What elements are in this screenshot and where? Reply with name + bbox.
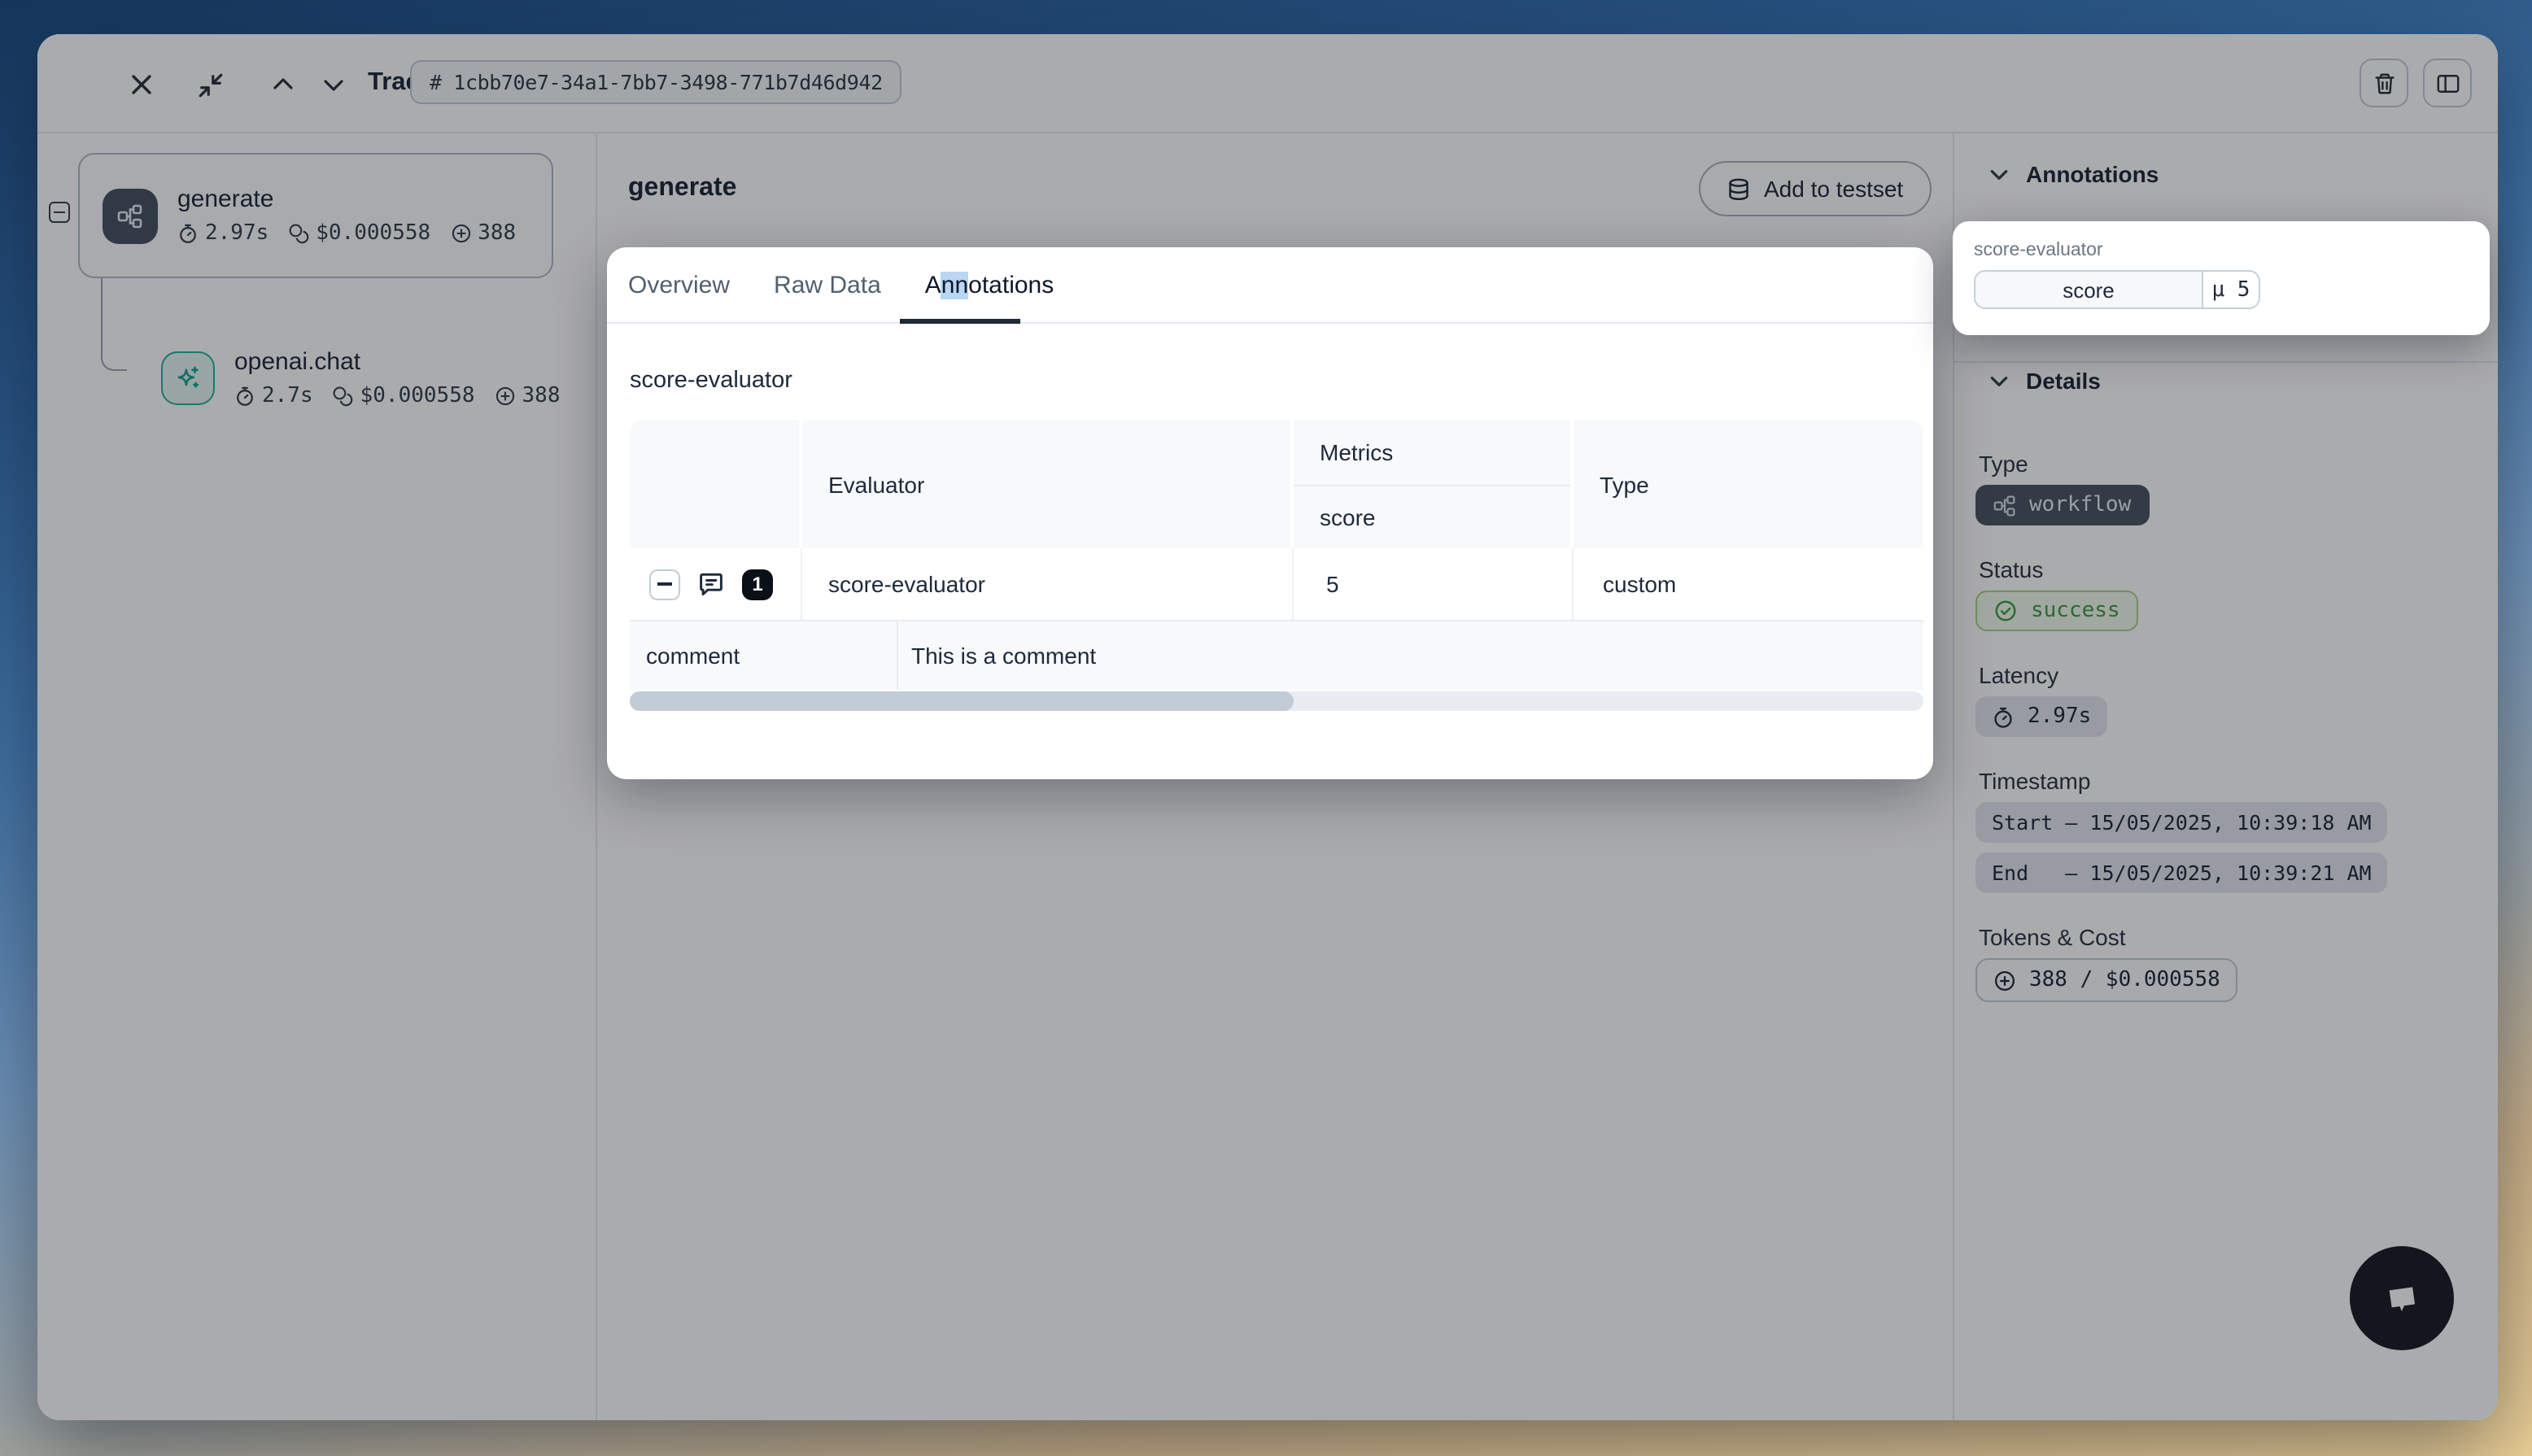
popover-evaluator-label: score-evaluator [1974, 241, 2469, 260]
cell-score: 5 [1294, 548, 1574, 620]
horizontal-scrollbar-thumb[interactable] [630, 691, 1294, 711]
header-cell-empty [630, 420, 802, 548]
comment-key-cell: comment [630, 621, 898, 690]
header-cell-metrics: Metrics score [1294, 420, 1574, 548]
text-selection-highlight: nn [941, 271, 968, 299]
horizontal-scrollbar-track [630, 691, 1923, 711]
cell-evaluator: score-evaluator [802, 548, 1294, 620]
annotations-table: Evaluator Metrics score Type 1 score-eva… [630, 420, 1923, 711]
comment-value-cell: This is a comment [898, 621, 1923, 690]
comment-count-badge: 1 [742, 569, 773, 599]
table-header: Evaluator Metrics score Type [630, 420, 1923, 548]
cell-type: custom [1574, 548, 1920, 620]
tab-annotations[interactable]: Annotations [925, 271, 1054, 299]
comment-icon[interactable] [696, 569, 726, 599]
desktop: Trace # 1cbb70e7-34a1-7bb7-3498-771b7d46… [0, 0, 2532, 1456]
metric-name-segment[interactable]: score [1975, 272, 2203, 307]
header-cell-metric-score: score [1294, 484, 1570, 548]
evaluator-section-title: score-evaluator [630, 368, 1910, 394]
active-tab-underline [900, 318, 1020, 324]
row-checkbox-indeterminate[interactable] [649, 569, 680, 599]
table-row: 1 score-evaluator 5 custom [630, 548, 1923, 620]
annotation-score-popover: score-evaluator score μ 5 [1953, 221, 2490, 335]
tab-overview[interactable]: Overview [628, 271, 730, 299]
score-metric-pill: score μ 5 [1974, 270, 2260, 309]
header-cell-type: Type [1574, 420, 1920, 548]
metric-aggregate-segment[interactable]: μ 5 [2203, 272, 2259, 307]
annotations-tab-card: Overview Raw Data Annotations score-eval… [607, 247, 1933, 779]
minus-icon [657, 582, 672, 586]
tab-raw-data[interactable]: Raw Data [774, 271, 881, 299]
comment-expansion-row: comment This is a comment [630, 620, 1923, 690]
tab-bar: Overview Raw Data Annotations [607, 247, 1933, 324]
header-cell-evaluator: Evaluator [802, 420, 1294, 548]
